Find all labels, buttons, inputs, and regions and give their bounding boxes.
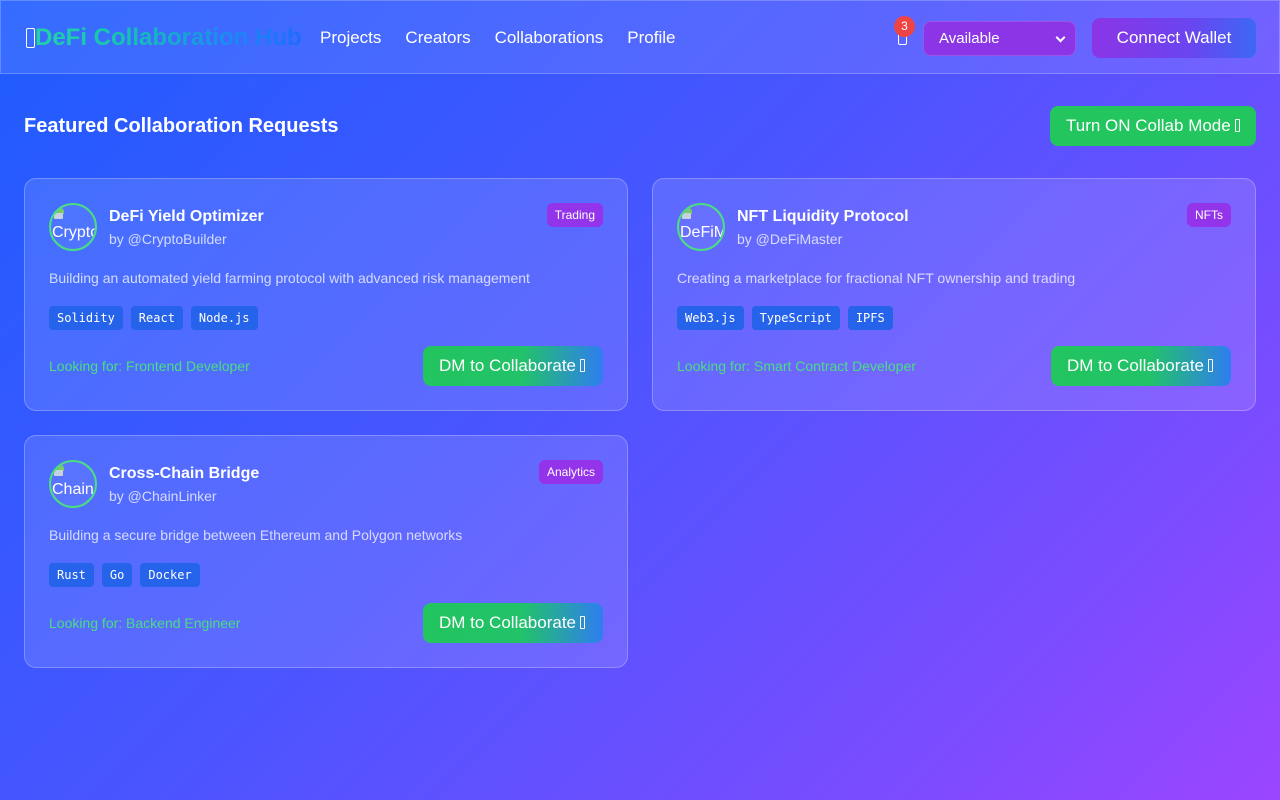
dm-button-label: DM to Collaborate (439, 356, 577, 375)
avatar-alt-text: ChainLinker (52, 481, 95, 498)
avatar-alt-text: DeFiMaster (680, 224, 725, 241)
top-nav-bar: DeFi Collaboration Hub Projects Creators… (0, 0, 1280, 74)
looking-for-text: Looking for: Backend Engineer (49, 615, 241, 631)
card-description: Building a secure bridge between Ethereu… (49, 527, 463, 543)
card-description: Creating a marketplace for fractional NF… (677, 270, 1076, 286)
skill-tag: Rust (49, 563, 94, 587)
skill-tags: Rust Go Docker (49, 563, 200, 587)
category-badge: Trading (546, 203, 603, 227)
avatar: CryptoBuilder (49, 203, 97, 251)
card-title: Cross-Chain Bridge (109, 465, 260, 482)
skill-tag: Docker (140, 563, 200, 587)
connect-wallet-button[interactable]: Connect Wallet (1092, 18, 1256, 58)
nav-link-projects[interactable]: Projects (320, 27, 381, 49)
skill-tag: TypeScript (751, 306, 840, 330)
collab-mode-toggle-button[interactable]: Turn ON Collab Mode (1050, 106, 1256, 146)
missing-glyph-icon (1234, 119, 1240, 132)
avatar: ChainLinker (49, 460, 97, 508)
nav-link-collaborations[interactable]: Collaborations (495, 27, 604, 49)
dm-button-label: DM to Collaborate (1067, 356, 1205, 375)
dm-to-collaborate-button[interactable]: DM to Collaborate (1051, 346, 1231, 386)
card-title: DeFi Yield Optimizer (109, 208, 264, 225)
skill-tag: Node.js (190, 306, 258, 330)
skill-tag: React (130, 306, 183, 330)
notification-count-badge: 3 (894, 16, 915, 37)
card-author[interactable]: by @DeFiMaster (737, 230, 842, 248)
dm-button-label: DM to Collaborate (439, 613, 577, 632)
card-title: NFT Liquidity Protocol (737, 208, 909, 225)
looking-for-text: Looking for: Smart Contract Developer (677, 358, 916, 374)
collab-card: CryptoBuilder DeFi Yield Optimizer by @C… (24, 178, 628, 411)
card-description: Building an automated yield farming prot… (49, 270, 530, 286)
nav-link-profile[interactable]: Profile (627, 27, 675, 49)
collab-card: DeFiMaster NFT Liquidity Protocol by @De… (652, 178, 1256, 411)
card-author[interactable]: by @ChainLinker (109, 487, 217, 505)
nav-link-creators[interactable]: Creators (405, 27, 470, 49)
availability-select[interactable]: Available (923, 21, 1076, 56)
chevron-down-icon (1055, 32, 1066, 43)
broken-image-icon (54, 208, 68, 220)
dm-to-collaborate-button[interactable]: DM to Collaborate (423, 603, 603, 643)
skill-tag: Solidity (49, 306, 123, 330)
avatar-alt-text: CryptoBuilder (52, 224, 97, 241)
missing-glyph-icon (1208, 359, 1214, 372)
category-badge: Analytics (538, 460, 603, 484)
broken-image-icon (682, 208, 696, 220)
skill-tags: Solidity React Node.js (49, 306, 258, 330)
looking-for-text: Looking for: Frontend Developer (49, 358, 250, 374)
skill-tag: IPFS (847, 306, 893, 330)
missing-glyph-icon (580, 616, 586, 629)
skill-tags: Web3.js TypeScript IPFS (677, 306, 893, 330)
skill-tag: Go (101, 563, 133, 587)
avatar: DeFiMaster (677, 203, 725, 251)
missing-glyph-icon (580, 359, 586, 372)
broken-image-icon (54, 465, 68, 477)
availability-select-value: Available (939, 30, 1000, 47)
main-nav: Projects Creators Collaborations Profile (320, 27, 675, 49)
category-badge: NFTs (1187, 203, 1231, 227)
page-title: Featured Collaboration Requests (24, 115, 339, 137)
app-logo-text: DeFi Collaboration Hub (35, 24, 302, 51)
collab-card: ChainLinker Cross-Chain Bridge by @Chain… (24, 435, 628, 668)
app-logo[interactable]: DeFi Collaboration Hub (26, 23, 302, 53)
card-author[interactable]: by @CryptoBuilder (109, 230, 227, 248)
missing-glyph-icon (26, 28, 35, 48)
dm-to-collaborate-button[interactable]: DM to Collaborate (423, 346, 603, 386)
skill-tag: Web3.js (677, 306, 744, 330)
collab-mode-label: Turn ON Collab Mode (1066, 116, 1231, 135)
